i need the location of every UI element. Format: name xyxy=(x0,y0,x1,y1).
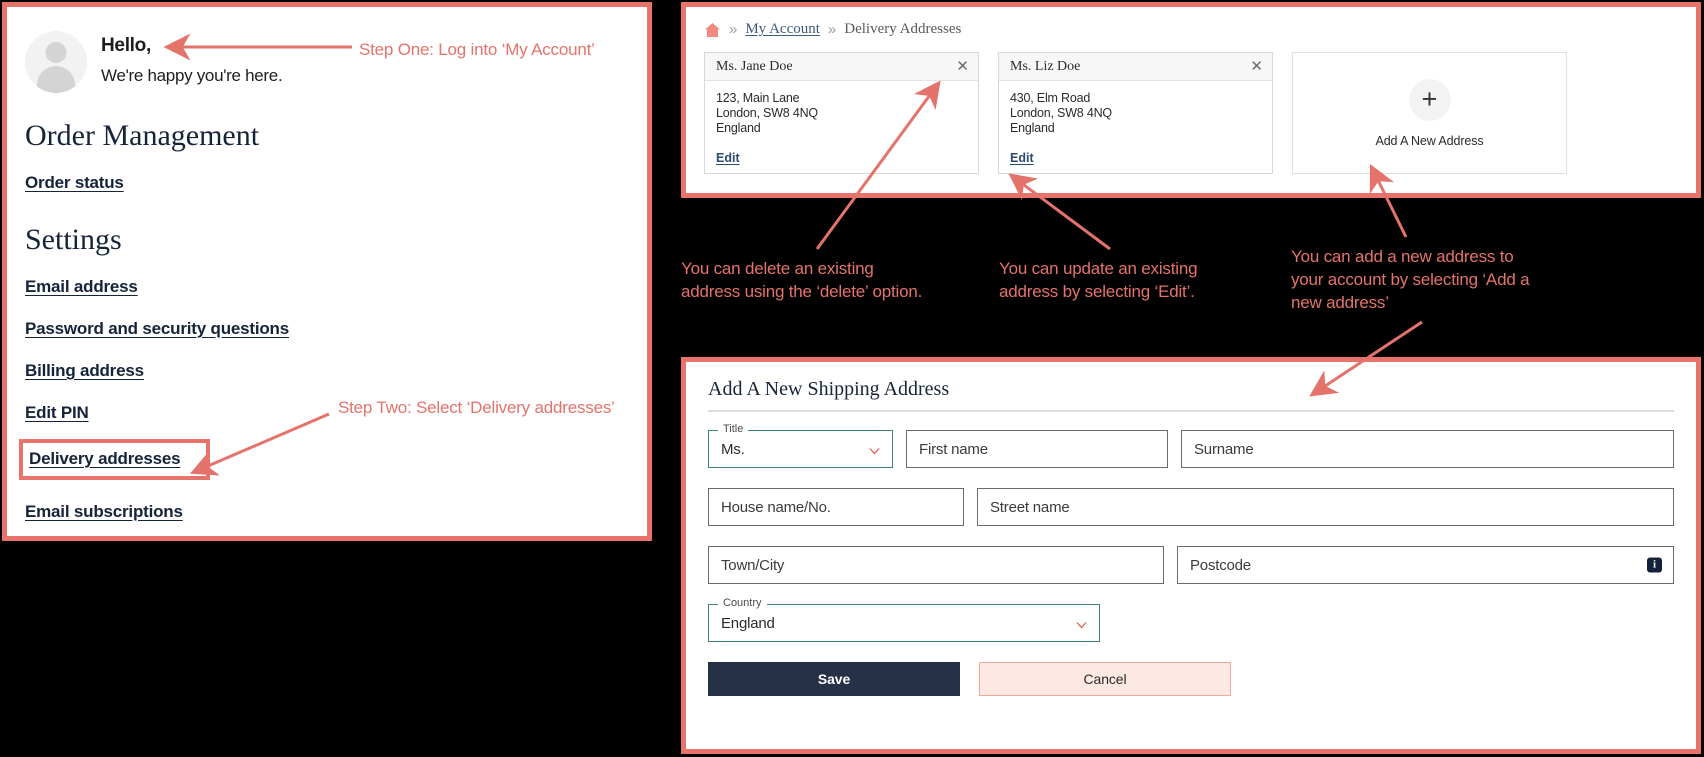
greeting-title: Hello, xyxy=(101,35,151,56)
breadcrumb: » My Account » Delivery Addresses xyxy=(700,21,1682,38)
edit-address-link[interactable]: Edit xyxy=(716,151,740,165)
breadcrumb-link-my-account[interactable]: My Account xyxy=(745,21,820,38)
annotation-delete: You can delete an existing address using… xyxy=(681,259,923,301)
breadcrumb-current-delivery-addresses: Delivery Addresses xyxy=(844,21,962,37)
form-row-country: Country England xyxy=(708,597,1674,642)
country-select[interactable]: Country England xyxy=(708,597,1100,642)
add-new-address-button[interactable]: + Add A New Address xyxy=(1292,52,1567,174)
postcode-placeholder: Postcode xyxy=(1190,556,1251,574)
address-card: Ms. Jane Doe ✕ 123, Main Lane London, SW… xyxy=(704,52,979,174)
annotation-add: You can add a new address to your accoun… xyxy=(1291,247,1530,312)
sidebar-item-email-subscriptions[interactable]: Email subscriptions xyxy=(25,502,183,522)
save-button[interactable]: Save xyxy=(708,662,960,696)
house-name-input[interactable]: House name/No. xyxy=(708,488,964,526)
plus-icon: + xyxy=(1408,78,1451,121)
title-select-label: Title xyxy=(718,423,749,435)
first-name-input[interactable]: First name xyxy=(906,430,1168,468)
form-row-town-postcode: Town/City Postcode i xyxy=(708,546,1674,584)
annotation-step-two: Step Two: Select ‘Delivery addresses’ xyxy=(338,398,615,417)
chevron-down-icon xyxy=(1076,618,1087,629)
first-name-placeholder: First name xyxy=(919,440,988,458)
form-row-name: Title Ms. First name Surname xyxy=(708,423,1674,468)
delivery-addresses-panel: » My Account » Delivery Addresses Ms. Ja… xyxy=(681,2,1701,198)
order-management-heading: Order Management xyxy=(25,119,260,152)
form-divider xyxy=(708,410,1674,412)
settings-heading: Settings xyxy=(25,223,122,256)
annotation-update: You can update an existing address by se… xyxy=(999,259,1198,301)
add-new-shipping-address-panel: Add A New Shipping Address Title Ms. Fir… xyxy=(681,357,1701,754)
sidebar-item-order-status[interactable]: Order status xyxy=(25,173,124,193)
greeting-subtitle: We're happy you're here. xyxy=(101,66,283,85)
highlight-box-delivery-addresses: Delivery addresses xyxy=(19,439,211,480)
sidebar-item-billing-address[interactable]: Billing address xyxy=(25,361,144,381)
address-line: England xyxy=(1010,121,1055,135)
town-city-placeholder: Town/City xyxy=(721,556,785,574)
screenshot-canvas: Hello, We're happy you're here. Order Ma… xyxy=(0,0,1704,757)
breadcrumb-separator-1: » xyxy=(729,21,738,38)
address-card-name: Ms. Jane Doe xyxy=(716,58,793,74)
add-new-address-label: Add A New Address xyxy=(1375,133,1484,148)
address-card-list: Ms. Jane Doe ✕ 123, Main Lane London, SW… xyxy=(700,52,1682,174)
title-select-value: Ms. xyxy=(721,440,745,458)
address-line: 430, Elm Road xyxy=(1010,91,1091,105)
close-icon[interactable]: ✕ xyxy=(1250,59,1263,74)
sidebar-item-edit-pin[interactable]: Edit PIN xyxy=(25,403,89,423)
address-card-name: Ms. Liz Doe xyxy=(1010,58,1081,74)
address-card-header: Ms. Jane Doe ✕ xyxy=(705,53,978,81)
address-line: 123, Main Lane xyxy=(716,91,800,105)
my-account-panel: Hello, We're happy you're here. Order Ma… xyxy=(2,2,652,541)
street-name-input[interactable]: Street name xyxy=(977,488,1674,526)
sidebar-item-email-address[interactable]: Email address xyxy=(25,277,138,297)
title-select[interactable]: Title Ms. xyxy=(708,423,893,468)
breadcrumb-separator-2: » xyxy=(827,21,837,38)
address-line: London, SW8 4NQ xyxy=(1010,106,1112,120)
form-row-street: House name/No. Street name xyxy=(708,488,1674,526)
chevron-down-icon xyxy=(869,444,880,455)
address-card: Ms. Liz Doe ✕ 430, Elm Road London, SW8 … xyxy=(998,52,1273,174)
sidebar-item-password-and-security-questions[interactable]: Password and security questions xyxy=(25,319,289,339)
annotation-step-one: Step One: Log into ‘My Account’ xyxy=(359,40,595,59)
form-title: Add A New Shipping Address xyxy=(708,378,950,400)
sidebar-item-delivery-addresses[interactable]: Delivery addresses xyxy=(29,449,181,469)
cancel-button[interactable]: Cancel xyxy=(979,662,1231,696)
address-line: London, SW8 4NQ xyxy=(716,106,818,120)
house-name-placeholder: House name/No. xyxy=(721,498,831,516)
street-name-placeholder: Street name xyxy=(990,498,1070,516)
surname-input[interactable]: Surname xyxy=(1181,430,1674,468)
surname-placeholder: Surname xyxy=(1194,440,1254,458)
form-actions: Save Cancel xyxy=(708,662,1674,696)
address-card-header: Ms. Liz Doe ✕ xyxy=(999,53,1272,81)
address-card-body: 430, Elm Road London, SW8 4NQ England Ed… xyxy=(999,81,1272,174)
home-icon[interactable] xyxy=(704,22,721,38)
country-select-label: Country xyxy=(718,597,767,609)
postcode-input[interactable]: Postcode i xyxy=(1177,546,1674,584)
close-icon[interactable]: ✕ xyxy=(956,59,969,74)
info-icon[interactable]: i xyxy=(1647,557,1662,573)
edit-address-link[interactable]: Edit xyxy=(1010,151,1034,165)
country-select-value: England xyxy=(721,614,775,632)
address-line: England xyxy=(716,121,761,135)
user-avatar-icon xyxy=(25,31,87,93)
address-card-body: 123, Main Lane London, SW8 4NQ England E… xyxy=(705,81,978,174)
town-city-input[interactable]: Town/City xyxy=(708,546,1164,584)
